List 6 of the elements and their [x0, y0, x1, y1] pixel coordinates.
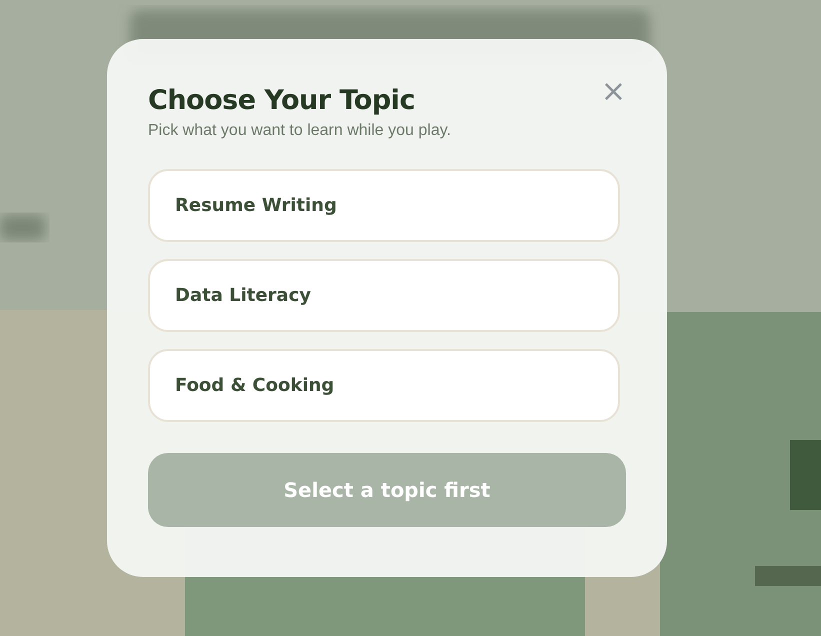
- topic-option[interactable]: Data Literacy: [148, 259, 620, 332]
- topic-option[interactable]: Resume Writing: [148, 169, 620, 242]
- dialog-title: Choose Your Topic: [148, 85, 415, 116]
- blurred-label: [0, 215, 45, 240]
- topic-option[interactable]: Food & Cooking: [148, 349, 620, 422]
- dialog-subtitle: Pick what you want to learn while you play.: [148, 122, 452, 140]
